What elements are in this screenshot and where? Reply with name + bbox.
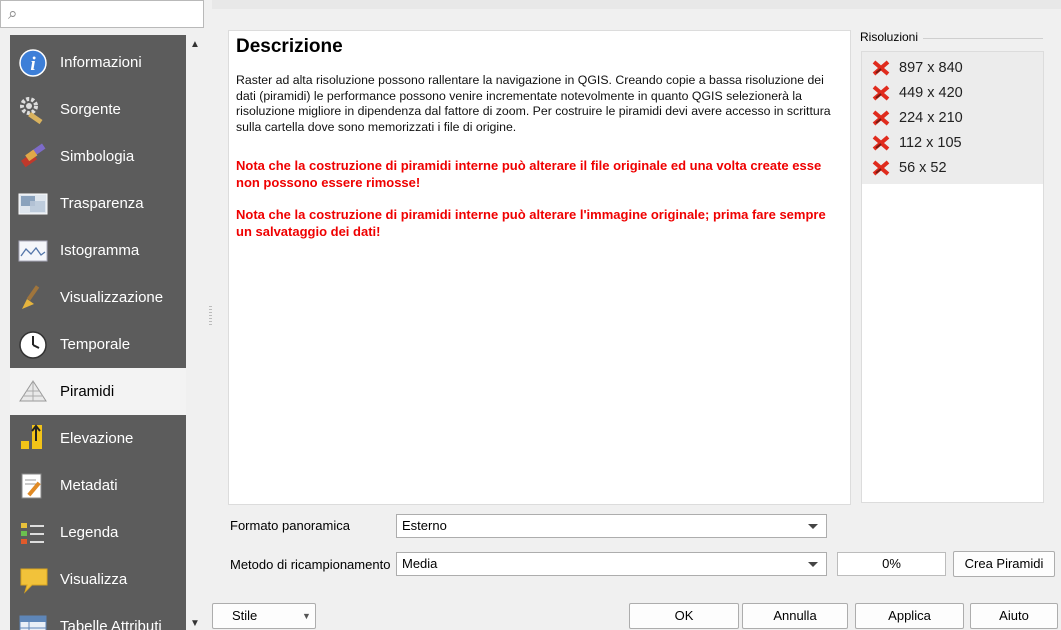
list-item[interactable]: 449 x 420 xyxy=(872,81,963,105)
splitter-handle[interactable] xyxy=(209,306,212,326)
style-button-label: Stile xyxy=(232,608,258,623)
list-item[interactable]: 112 x 105 xyxy=(872,131,962,155)
elevation-icon xyxy=(18,423,48,454)
search-icon: ⌕ xyxy=(8,4,18,23)
resample-select[interactable]: Media xyxy=(396,552,827,576)
build-pyramids-button[interactable]: Crea Piramidi xyxy=(953,551,1055,577)
legend-icon xyxy=(18,518,48,548)
sidebar-item-temporale[interactable]: Temporale xyxy=(10,321,186,368)
resolution-label: 897 x 840 xyxy=(899,60,963,76)
sidebar-item-label: Tabelle Attributi xyxy=(60,618,162,630)
attribute-table-icon xyxy=(18,612,48,630)
paintbrush-icon xyxy=(18,142,48,172)
format-select[interactable]: Esterno xyxy=(396,514,827,538)
resolution-label: 449 x 420 xyxy=(899,85,963,101)
sidebar-item-tabelle-attributi[interactable]: Tabelle Attributi xyxy=(10,603,186,630)
clock-icon xyxy=(18,330,48,360)
top-border xyxy=(212,0,1061,9)
resolutions-divider xyxy=(923,38,1043,39)
description-body: Raster ad alta risoluzione possono ralle… xyxy=(236,73,831,134)
no-pyramid-red-x-icon xyxy=(872,160,890,176)
info-icon: i xyxy=(18,48,48,78)
chevron-down-icon xyxy=(808,562,818,567)
sidebar-item-elevazione[interactable]: Elevazione xyxy=(10,415,186,462)
sidebar-item-metadati[interactable]: Metadati xyxy=(10,462,186,509)
progress-bar: 0% xyxy=(837,552,946,576)
resolutions-list[interactable]: 897 x 840 449 x 420 224 x 210 112 x 105 … xyxy=(861,51,1044,503)
sidebar-item-label: Simbologia xyxy=(60,148,135,165)
style-menu-button[interactable]: Stile ▼ xyxy=(212,603,316,629)
sidebar-item-label: Elevazione xyxy=(60,430,134,447)
sidebar-item-trasparenza[interactable]: Trasparenza xyxy=(10,180,186,227)
sidebar-item-visualizzazione[interactable]: Visualizzazione xyxy=(10,274,186,321)
menu-arrow-icon: ▼ xyxy=(302,611,311,621)
resolution-label: 224 x 210 xyxy=(899,110,963,126)
sidebar: i Informazioni Sorgente Simbologia Trasp… xyxy=(10,35,186,630)
ok-button[interactable]: OK xyxy=(629,603,739,629)
rendering-brush-icon xyxy=(18,283,48,313)
source-settings-icon xyxy=(18,95,48,125)
sidebar-item-informazioni[interactable]: i Informazioni xyxy=(10,39,186,86)
sidebar-item-istogramma[interactable]: Istogramma xyxy=(10,227,186,274)
metadata-icon xyxy=(18,471,48,501)
speech-bubble-icon xyxy=(18,565,48,595)
sidebar-item-label: Istogramma xyxy=(60,242,140,259)
sidebar-item-label: Visualizza xyxy=(60,571,128,588)
list-item[interactable]: 897 x 840 xyxy=(872,56,963,80)
sidebar-item-sorgente[interactable]: Sorgente xyxy=(10,86,186,133)
description-title: Descrizione xyxy=(236,36,343,57)
warning-text-2: Nota che la costruzione di piramidi inte… xyxy=(236,207,826,239)
pyramid-icon xyxy=(18,377,48,407)
sidebar-item-label: Piramidi xyxy=(60,383,115,400)
search-input[interactable]: ⌕ xyxy=(0,0,204,28)
sidebar-item-label: Temporale xyxy=(60,336,131,353)
sidebar-scrollbar[interactable]: ▲ ▼ xyxy=(187,35,204,630)
apply-button[interactable]: Applica xyxy=(855,603,964,629)
resolutions-label: Risoluzioni xyxy=(860,30,919,44)
chevron-down-icon xyxy=(808,524,818,529)
sidebar-item-legenda[interactable]: Legenda xyxy=(10,509,186,556)
histogram-icon xyxy=(18,236,48,266)
sidebar-item-simbologia[interactable]: Simbologia xyxy=(10,133,186,180)
sidebar-item-piramidi[interactable]: Piramidi xyxy=(10,368,186,415)
resolution-label: 112 x 105 xyxy=(899,135,962,151)
resample-label: Metodo di ricampionamento xyxy=(230,557,391,572)
sidebar-item-label: Legenda xyxy=(60,524,119,541)
description-panel: Descrizione Raster ad alta risoluzione p… xyxy=(228,30,851,505)
no-pyramid-red-x-icon xyxy=(872,135,890,151)
list-item[interactable]: 224 x 210 xyxy=(872,106,963,130)
scroll-down-arrow-icon[interactable]: ▼ xyxy=(190,618,200,629)
list-item[interactable]: 56 x 52 xyxy=(872,156,947,180)
format-label: Formato panoramica xyxy=(230,518,350,533)
resolution-label: 56 x 52 xyxy=(899,160,947,176)
sidebar-item-label: Informazioni xyxy=(60,54,142,71)
format-select-value: Esterno xyxy=(402,518,447,533)
sidebar-item-label: Metadati xyxy=(60,477,118,494)
sidebar-item-label: Sorgente xyxy=(60,101,121,118)
svg-text:i: i xyxy=(30,54,36,75)
scroll-up-arrow-icon[interactable]: ▲ xyxy=(190,39,200,50)
no-pyramid-red-x-icon xyxy=(872,60,890,76)
transparency-icon xyxy=(18,189,48,219)
help-button[interactable]: Aiuto xyxy=(970,603,1058,629)
resample-select-value: Media xyxy=(402,556,438,571)
no-pyramid-red-x-icon xyxy=(872,110,890,126)
cancel-button[interactable]: Annulla xyxy=(742,603,848,629)
sidebar-item-label: Visualizzazione xyxy=(60,289,164,306)
sidebar-item-visualizza[interactable]: Visualizza xyxy=(10,556,186,603)
sidebar-item-label: Trasparenza xyxy=(60,195,144,212)
no-pyramid-red-x-icon xyxy=(872,85,890,101)
warning-text-1: Nota che la costruzione di piramidi inte… xyxy=(236,158,822,190)
